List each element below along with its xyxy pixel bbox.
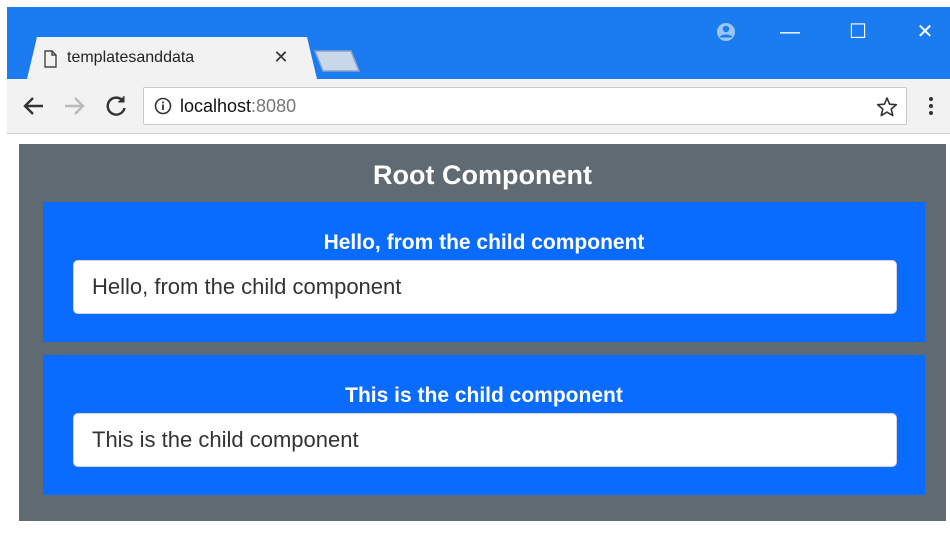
forward-icon[interactable] [61, 93, 87, 119]
child-component-2: This is the child component [43, 355, 925, 495]
back-icon[interactable] [21, 93, 47, 119]
browser-toolbar: localhost:8080 [7, 79, 950, 134]
child-heading-2: This is the child component [345, 384, 623, 407]
url-port: :8080 [251, 96, 297, 116]
address-bar[interactable]: localhost:8080 [143, 87, 907, 125]
page-icon [44, 50, 57, 68]
star-icon[interactable] [876, 96, 898, 118]
close-window-button[interactable]: ✕ [905, 17, 945, 47]
root-component: Root Component Hello, from the child com… [19, 144, 946, 521]
tab-title: templatesanddata [67, 49, 195, 66]
menu-icon[interactable] [923, 93, 939, 119]
reload-icon[interactable] [103, 93, 129, 119]
maximize-button[interactable]: ☐ [838, 17, 878, 47]
info-icon[interactable] [154, 97, 172, 115]
child-text-input-2[interactable] [73, 413, 897, 467]
page-viewport: Root Component Hello, from the child com… [7, 134, 950, 542]
child-text-input-1[interactable] [73, 260, 897, 314]
browser-window: templatesanddata ✕ — ☐ ✕ localhost:8080 … [7, 7, 950, 542]
child-heading-1: Hello, from the child component [323, 231, 645, 254]
new-tab-button[interactable] [313, 49, 361, 73]
account-icon[interactable] [706, 19, 746, 45]
root-component-title: Root Component [373, 160, 592, 190]
tab-close-icon[interactable]: ✕ [271, 47, 291, 67]
child-component-1: Hello, from the child component [43, 202, 925, 342]
title-bar: templatesanddata ✕ — ☐ ✕ [7, 7, 950, 79]
url-host: localhost [180, 96, 252, 116]
minimize-button[interactable]: — [770, 17, 810, 47]
url-text[interactable]: localhost:8080 [180, 96, 296, 116]
